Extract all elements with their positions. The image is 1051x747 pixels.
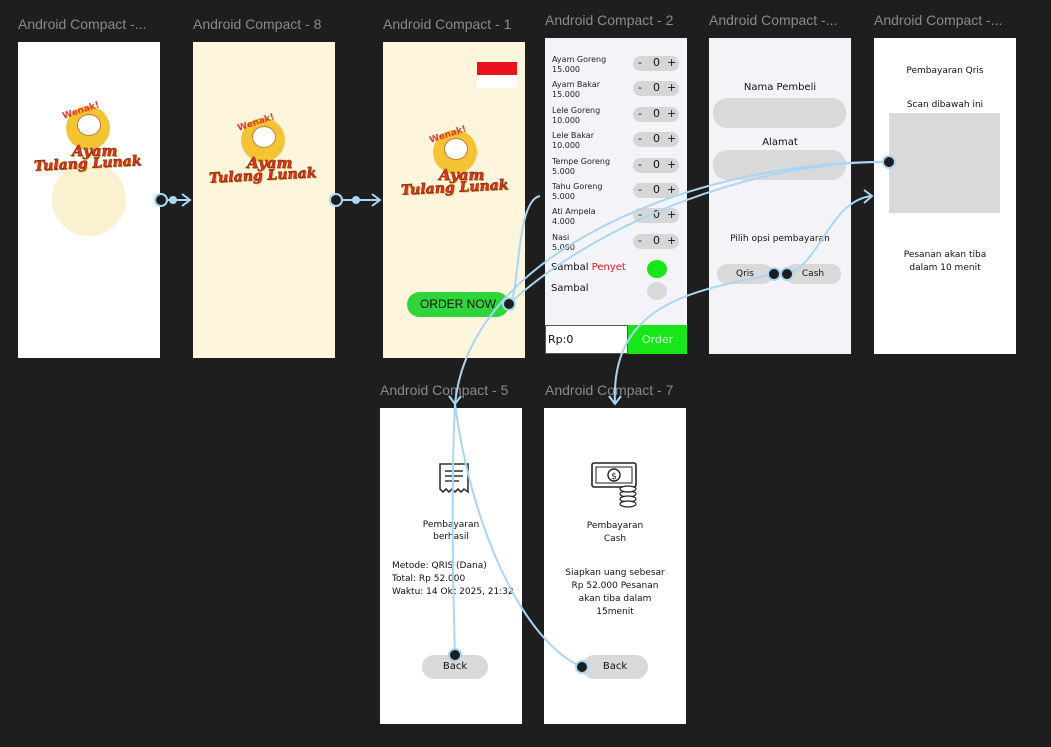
- link-handle: [780, 267, 794, 281]
- link-handle: [329, 193, 343, 207]
- prototype-connections: [154, 155, 896, 674]
- link-handle: [575, 660, 589, 674]
- link-handle: [502, 297, 516, 311]
- link-handle: [882, 155, 896, 169]
- link-qris-to-cash: [613, 273, 775, 405]
- link-cash-to-qris: [786, 195, 873, 275]
- link-back-success: [451, 403, 456, 656]
- link-handle: [767, 267, 781, 281]
- link-back-cash: [454, 403, 583, 668]
- link-qris-to-success: [454, 160, 890, 405]
- link-handle: [154, 193, 168, 207]
- link-handle: [448, 648, 462, 662]
- link-to-qris: [508, 160, 890, 305]
